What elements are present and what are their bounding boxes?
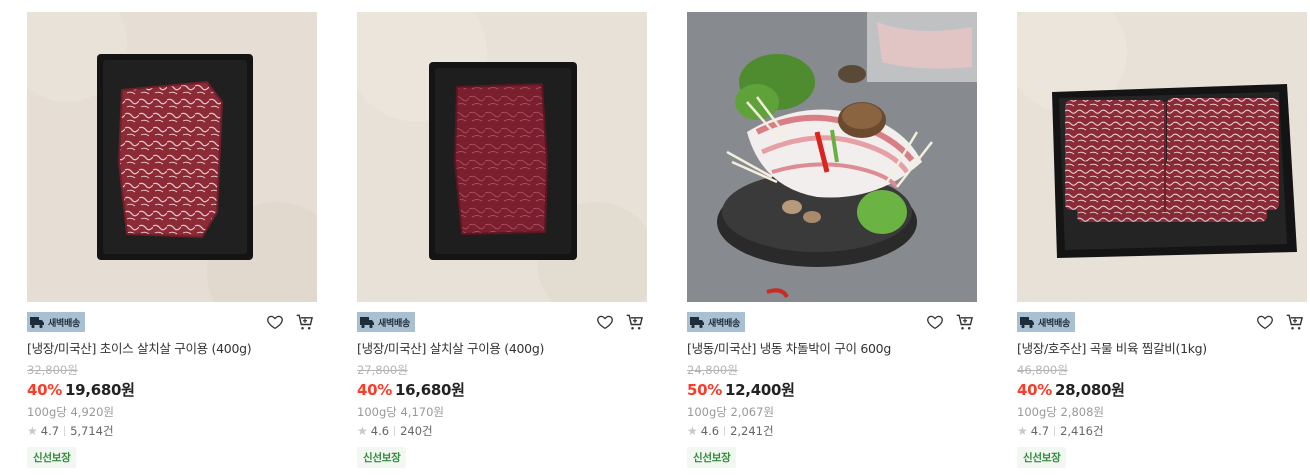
truck-icon: [30, 317, 44, 329]
original-price: 27,800원: [357, 363, 408, 377]
review-count: 2,416건: [1060, 424, 1104, 438]
product-image[interactable]: [27, 12, 317, 302]
sale-price: 19,680원: [65, 381, 135, 399]
product-image[interactable]: [1017, 12, 1307, 302]
divider: [64, 426, 66, 436]
divider: [1054, 426, 1056, 436]
cart-icon[interactable]: [295, 312, 315, 332]
product-card[interactable]: 새벽배송 [냉장/미국산] 초이스 살치살 구이용 (400g) 32,800원…: [27, 12, 317, 468]
discount-rate: 40%: [357, 381, 393, 399]
product-card[interactable]: 새벽배송 [냉장/미국산] 살치살 구이용 (400g) 27,800원 40%…: [357, 12, 647, 468]
rating-value: 4.7: [40, 424, 60, 438]
star-icon: ★: [27, 424, 38, 438]
product-title[interactable]: [냉동/미국산] 냉동 차돌박이 구이 600g: [687, 341, 977, 357]
delivery-badge-label: 새벽배송: [1038, 318, 1070, 329]
freshness-tag: 신선보장: [1017, 447, 1067, 468]
rating-row: ★ 4.6 240건: [357, 424, 647, 438]
review-count: 5,714건: [70, 424, 114, 438]
sale-price: 12,400원: [725, 381, 795, 399]
original-price: 46,800원: [1017, 363, 1068, 377]
product-image[interactable]: [687, 12, 977, 302]
delivery-badge-label: 새벽배송: [378, 318, 410, 329]
rating-value: 4.7: [1030, 424, 1050, 438]
divider: [724, 426, 726, 436]
product-title[interactable]: [냉장/미국산] 초이스 살치살 구이용 (400g): [27, 341, 317, 357]
rating-row: ★ 4.7 5,714건: [27, 424, 317, 438]
delivery-badge-label: 새벽배송: [708, 318, 740, 329]
heart-icon[interactable]: [1255, 312, 1275, 332]
sale-price: 16,680원: [395, 381, 465, 399]
unit-price: 100g당 4,920원: [27, 405, 114, 419]
heart-icon[interactable]: [925, 312, 945, 332]
freshness-tag: 신선보장: [687, 447, 737, 468]
truck-icon: [690, 317, 704, 329]
product-title[interactable]: [냉장/미국산] 살치살 구이용 (400g): [357, 341, 647, 357]
discount-rate: 50%: [687, 381, 723, 399]
rating-value: 4.6: [700, 424, 720, 438]
original-price: 32,800원: [27, 363, 78, 377]
delivery-badge: 새벽배송: [27, 312, 85, 332]
freshness-tag: 신선보장: [357, 447, 407, 468]
cart-icon[interactable]: [955, 312, 975, 332]
heart-icon[interactable]: [595, 312, 615, 332]
star-icon: ★: [357, 424, 368, 438]
truck-icon: [1020, 317, 1034, 329]
cart-icon[interactable]: [625, 312, 645, 332]
rating-row: ★ 4.6 2,241건: [687, 424, 977, 438]
original-price: 24,800원: [687, 363, 738, 377]
review-count: 2,241건: [730, 424, 774, 438]
product-grid: 새벽배송 [냉장/미국산] 초이스 살치살 구이용 (400g) 32,800원…: [0, 0, 1310, 475]
rating-value: 4.6: [370, 424, 390, 438]
product-image[interactable]: [357, 12, 647, 302]
product-title[interactable]: [냉장/호주산] 곡물 비육 찜갈비(1kg): [1017, 341, 1307, 357]
unit-price: 100g당 2,067원: [687, 405, 774, 419]
delivery-badge: 새벽배송: [1017, 312, 1075, 332]
discount-rate: 40%: [1017, 381, 1053, 399]
review-count: 240건: [400, 424, 433, 438]
truck-icon: [360, 317, 374, 329]
star-icon: ★: [687, 424, 698, 438]
unit-price: 100g당 2,808원: [1017, 405, 1104, 419]
delivery-badge: 새벽배송: [357, 312, 415, 332]
product-card[interactable]: 새벽배송 [냉장/호주산] 곡물 비육 찜갈비(1kg) 46,800원 40%…: [1017, 12, 1307, 468]
unit-price: 100g당 4,170원: [357, 405, 444, 419]
star-icon: ★: [1017, 424, 1028, 438]
divider: [394, 426, 396, 436]
sale-price: 28,080원: [1055, 381, 1125, 399]
heart-icon[interactable]: [265, 312, 285, 332]
delivery-badge: 새벽배송: [687, 312, 745, 332]
cart-icon[interactable]: [1285, 312, 1305, 332]
delivery-badge-label: 새벽배송: [48, 318, 80, 329]
freshness-tag: 신선보장: [27, 447, 77, 468]
rating-row: ★ 4.7 2,416건: [1017, 424, 1307, 438]
discount-rate: 40%: [27, 381, 63, 399]
product-card[interactable]: 새벽배송 [냉동/미국산] 냉동 차돌박이 구이 600g 24,800원 50…: [687, 12, 977, 468]
